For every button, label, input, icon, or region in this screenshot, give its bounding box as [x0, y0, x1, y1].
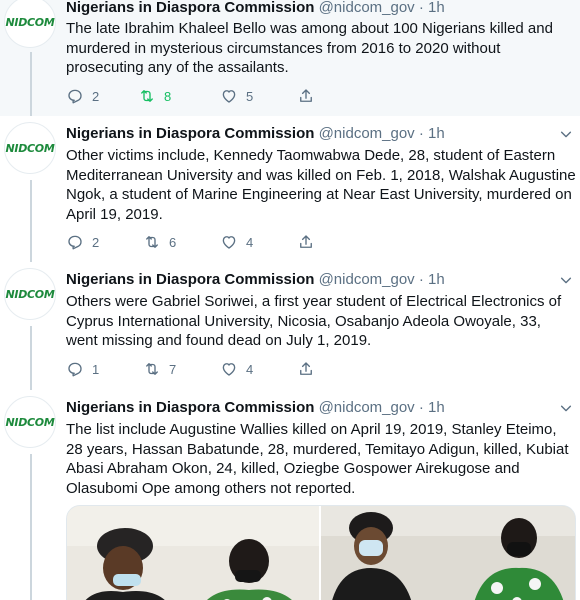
timestamp[interactable]: 1h — [428, 271, 445, 288]
author-name[interactable]: Nigerians in Diaspora Commission — [66, 0, 314, 16]
avatar[interactable]: NIDCOM — [4, 0, 56, 48]
reply-count: 2 — [92, 88, 100, 104]
heart-icon — [222, 90, 236, 103]
tweet-media[interactable] — [66, 505, 576, 600]
separator-dot: · — [418, 0, 424, 16]
avatar[interactable]: NIDCOM — [4, 268, 56, 320]
like-count: 4 — [246, 234, 254, 250]
share-icon — [300, 235, 312, 248]
retweet-icon — [146, 363, 158, 375]
photo-people-illustration — [67, 506, 319, 600]
timestamp[interactable]: 1h — [428, 125, 445, 142]
tweet-3[interactable]: NIDCOM Nigerians in Diaspora Commission … — [0, 262, 580, 390]
like-count: 4 — [246, 361, 254, 377]
author-handle[interactable]: @nidcom_gov — [319, 125, 415, 142]
retweet-count: 7 — [169, 361, 177, 377]
separator-dot: · — [418, 271, 424, 288]
tweet-actions: 2 6 4 — [66, 232, 326, 252]
tweet-actions: 1 7 4 — [66, 359, 326, 379]
thread-line — [30, 180, 32, 262]
share-button[interactable] — [297, 359, 315, 379]
retweet-icon — [146, 236, 158, 248]
reply-icon — [68, 362, 82, 377]
separator-dot: · — [418, 399, 424, 416]
tweet-text: The late Ibrahim Khaleel Bello was among… — [66, 20, 553, 76]
author-name[interactable]: Nigerians in Diaspora Commission — [66, 125, 314, 142]
tweet-1[interactable]: NIDCOM Nigerians in Diaspora Commission … — [0, 0, 580, 116]
thread-line — [30, 326, 32, 390]
share-button[interactable] — [297, 86, 315, 106]
avatar-logo-text: NIDCOM — [5, 141, 55, 155]
reply-count: 2 — [92, 234, 100, 250]
share-icon — [300, 362, 312, 375]
tweet-text: The list include Augustine Wallies kille… — [66, 421, 569, 497]
retweet-button[interactable]: 6 — [143, 232, 176, 252]
heart-icon — [222, 236, 236, 249]
chevron-down-icon — [560, 131, 572, 138]
like-button[interactable]: 4 — [220, 359, 253, 379]
reply-button[interactable]: 2 — [66, 86, 99, 106]
share-button[interactable] — [297, 232, 315, 252]
reply-button[interactable]: 1 — [66, 359, 99, 379]
heart-icon — [222, 363, 236, 376]
tweet-header: Nigerians in Diaspora Commission @nidcom… — [66, 270, 445, 290]
more-options-button[interactable] — [558, 400, 574, 416]
tweet-actions: 2 8 5 — [66, 86, 326, 106]
like-count: 5 — [246, 88, 254, 104]
avatar[interactable]: NIDCOM — [4, 122, 56, 174]
reply-count: 1 — [92, 361, 100, 377]
avatar-logo-text: NIDCOM — [5, 287, 55, 301]
retweet-button[interactable]: 7 — [143, 359, 176, 379]
tweet-text: Others were Gabriel Soriwei, a first yea… — [66, 293, 562, 349]
author-handle[interactable]: @nidcom_gov — [319, 399, 415, 416]
like-button[interactable]: 4 — [220, 232, 253, 252]
tweet-2[interactable]: NIDCOM Nigerians in Diaspora Commission … — [0, 116, 580, 262]
tweet-header: Nigerians in Diaspora Commission @nidcom… — [66, 0, 445, 18]
more-options-button[interactable] — [558, 272, 574, 288]
share-icon — [300, 89, 312, 102]
tweet-header: Nigerians in Diaspora Commission @nidcom… — [66, 398, 445, 418]
timestamp[interactable]: 1h — [428, 0, 445, 16]
photo-people-illustration — [321, 506, 575, 600]
author-handle[interactable]: @nidcom_gov — [319, 271, 415, 288]
photo-right[interactable] — [319, 506, 575, 600]
retweet-icon — [141, 90, 153, 102]
more-options-button[interactable] — [558, 126, 574, 142]
thread-line — [30, 454, 32, 600]
reply-button[interactable]: 2 — [66, 232, 99, 252]
timestamp[interactable]: 1h — [428, 399, 445, 416]
separator-dot: · — [418, 125, 424, 142]
author-name[interactable]: Nigerians in Diaspora Commission — [66, 271, 314, 288]
chevron-down-icon — [560, 277, 572, 284]
tweet-header: Nigerians in Diaspora Commission @nidcom… — [66, 124, 445, 144]
avatar[interactable]: NIDCOM — [4, 396, 56, 448]
chevron-down-icon — [560, 405, 572, 412]
retweet-count: 6 — [169, 234, 177, 250]
author-handle[interactable]: @nidcom_gov — [319, 0, 415, 16]
retweet-count: 8 — [164, 88, 172, 104]
author-name[interactable]: Nigerians in Diaspora Commission — [66, 399, 314, 416]
avatar-logo-text: NIDCOM — [5, 415, 55, 429]
avatar-logo-text: NIDCOM — [5, 15, 55, 29]
reply-icon — [68, 89, 82, 104]
retweet-button[interactable]: 8 — [138, 86, 171, 106]
photo-left[interactable] — [67, 506, 319, 600]
tweet-text: Other victims include, Kennedy Taomwabwa… — [66, 147, 576, 223]
reply-icon — [68, 235, 82, 250]
like-button[interactable]: 5 — [220, 86, 253, 106]
thread-line — [30, 52, 32, 116]
